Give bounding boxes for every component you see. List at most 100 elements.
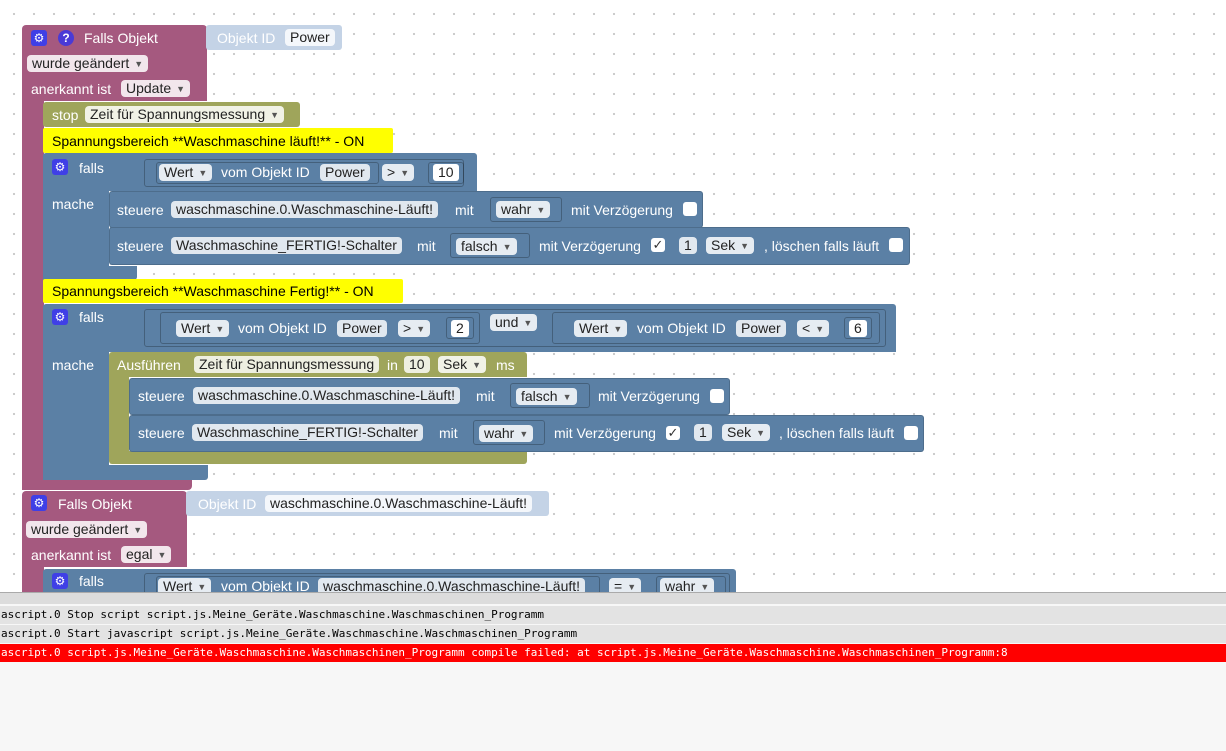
chevron-down-icon: ▼ [416, 324, 426, 334]
bool-dropdown[interactable]: wahr ▼ [496, 201, 551, 218]
help-icon[interactable]: ? [58, 30, 74, 46]
value-dropdown[interactable]: Wert ▼ [158, 578, 212, 592]
with-label: mit [455, 202, 474, 218]
delay-checkbox[interactable] [683, 202, 697, 216]
gear-icon[interactable]: ⚙ [52, 309, 68, 325]
operator-dropdown[interactable]: > ▼ [398, 320, 431, 337]
log-line: ascript.0 Stop script script.js.Meine_Ge… [0, 606, 1226, 624]
delay-checkbox[interactable] [710, 389, 724, 403]
trigger-dropdown[interactable]: wurde geändert ▼ [26, 521, 148, 538]
timeout-block-footer [109, 451, 527, 464]
bool-dropdown[interactable]: falsch ▼ [516, 388, 577, 405]
with-label: mit [439, 425, 458, 441]
chevron-down-icon: ▼ [627, 582, 637, 592]
do-label: mache [52, 196, 95, 212]
number-field[interactable]: 10 [433, 164, 459, 181]
of-object-label: vom Objekt ID [238, 320, 327, 336]
ack-label: anerkannt ist [31, 547, 112, 563]
of-object-label: vom Objekt ID [221, 578, 310, 592]
clear-if-running-checkbox[interactable] [889, 238, 903, 252]
log-line-error: ascript.0 script.js.Meine_Geräte.Waschma… [0, 644, 1226, 662]
bool-dropdown[interactable]: wahr ▼ [660, 578, 715, 592]
chevron-down-icon: ▼ [613, 324, 623, 334]
of-object-label: vom Objekt ID [221, 164, 310, 180]
object-id-field[interactable]: Power [736, 320, 786, 337]
bool-dropdown[interactable]: falsch ▼ [456, 238, 517, 255]
value-dropdown[interactable]: Wert ▼ [159, 164, 213, 181]
number-field[interactable]: 2 [451, 320, 469, 337]
delay-unit-dropdown[interactable]: Sek ▼ [722, 424, 771, 441]
timeout-ms-label: ms [496, 357, 515, 373]
delay-number-field[interactable]: 1 [679, 237, 697, 254]
control-target-field[interactable]: Waschmaschine_FERTIG!-Schalter [192, 424, 423, 441]
chevron-down-icon: ▼ [756, 428, 766, 438]
control-target-field[interactable]: Waschmaschine_FERTIG!-Schalter [171, 237, 402, 254]
chevron-down-icon: ▼ [472, 360, 482, 370]
chevron-down-icon: ▼ [134, 59, 144, 69]
operator-dropdown[interactable]: = ▼ [609, 578, 642, 592]
gear-icon[interactable]: ⚙ [52, 159, 68, 175]
value-dropdown-label: Wert [163, 578, 193, 592]
object-id-field[interactable]: Power [337, 320, 387, 337]
ack-dropdown[interactable]: Update ▼ [121, 80, 191, 97]
blockly-workspace[interactable]: ⚙ ? Falls Objekt Objekt ID Power wurde g… [0, 0, 1226, 592]
gear-icon[interactable]: ⚙ [52, 573, 68, 589]
clear-if-running-checkbox[interactable] [904, 426, 918, 440]
object-id-field[interactable]: waschmaschine.0.Waschmaschine-Läuft! [318, 578, 586, 592]
object-id-field[interactable]: waschmaschine.0.Waschmaschine-Läuft! [265, 495, 533, 512]
delay-unit-dropdown-label: Sek [727, 424, 752, 440]
logic-dropdown[interactable]: und ▼ [490, 314, 538, 331]
bool-dropdown-label: wahr [484, 425, 515, 441]
bool-dropdown-label: wahr [665, 578, 696, 592]
chevron-down-icon: ▼ [198, 168, 208, 178]
ack-label: anerkannt ist [31, 81, 112, 97]
timeout-label: Ausführen [117, 357, 181, 373]
clear-if-running-label: , löschen falls läuft [779, 425, 895, 441]
trigger-block-1-body [22, 100, 44, 490]
value-dropdown[interactable]: Wert ▼ [574, 320, 628, 337]
object-id-field[interactable]: Power [320, 164, 370, 181]
chevron-down-icon: ▼ [700, 582, 710, 592]
object-id-field[interactable]: Power [285, 29, 335, 46]
chevron-down-icon: ▼ [400, 168, 410, 178]
chevron-down-icon: ▼ [157, 550, 167, 560]
operator-dropdown[interactable]: < ▼ [797, 320, 830, 337]
workspace-scrollbar[interactable] [0, 592, 1226, 604]
value-dropdown[interactable]: Wert ▼ [176, 320, 230, 337]
stop-timer-dropdown[interactable]: Zeit für Spannungsmessung ▼ [85, 106, 285, 123]
delay-label: mit Verzögerung [539, 238, 641, 254]
comment-text-1: Spannungsbereich **Waschmaschine läuft!*… [52, 133, 365, 149]
ack-dropdown[interactable]: egal ▼ [121, 546, 172, 563]
delay-label: mit Verzögerung [554, 425, 656, 441]
if-block-1-footer [43, 266, 137, 280]
chevron-down-icon: ▼ [270, 110, 280, 120]
stop-label: stop [52, 107, 79, 123]
control-target-field[interactable]: waschmaschine.0.Waschmaschine-Läuft! [171, 201, 439, 218]
delay-checkbox[interactable]: ✓ [651, 238, 665, 252]
timeout-unit-dropdown[interactable]: Sek ▼ [438, 356, 487, 373]
control-target-field[interactable]: waschmaschine.0.Waschmaschine-Läuft! [193, 387, 461, 404]
timeout-name-field[interactable]: Zeit für Spannungsmessung [194, 356, 380, 373]
timeout-number-field[interactable]: 10 [404, 356, 430, 373]
gear-icon[interactable]: ⚙ [31, 30, 47, 46]
if-block-2-footer [43, 465, 208, 480]
do-label: mache [52, 357, 95, 373]
ack-dropdown-label: Update [126, 80, 172, 96]
delay-unit-dropdown[interactable]: Sek ▼ [706, 237, 755, 254]
if-label: falls [79, 309, 104, 325]
ack-dropdown-label: egal [126, 546, 153, 562]
delay-unit-dropdown-label: Sek [711, 237, 736, 253]
trigger-dropdown[interactable]: wurde geändert ▼ [27, 55, 149, 72]
control-label: steuere [138, 388, 185, 404]
gear-icon[interactable]: ⚙ [31, 495, 47, 511]
with-label: mit [476, 388, 495, 404]
operator-dropdown[interactable]: > ▼ [382, 164, 415, 181]
operator-dropdown-label: > [387, 164, 396, 180]
number-field[interactable]: 6 [849, 320, 867, 337]
delay-checkbox[interactable]: ✓ [666, 426, 680, 440]
bool-dropdown[interactable]: wahr ▼ [479, 425, 534, 442]
value-dropdown-label: Wert [181, 320, 211, 336]
stop-timer-dropdown-label: Zeit für Spannungsmessung [90, 106, 266, 122]
trigger-dropdown-label: wurde geändert [32, 55, 130, 71]
delay-number-field[interactable]: 1 [694, 424, 712, 441]
